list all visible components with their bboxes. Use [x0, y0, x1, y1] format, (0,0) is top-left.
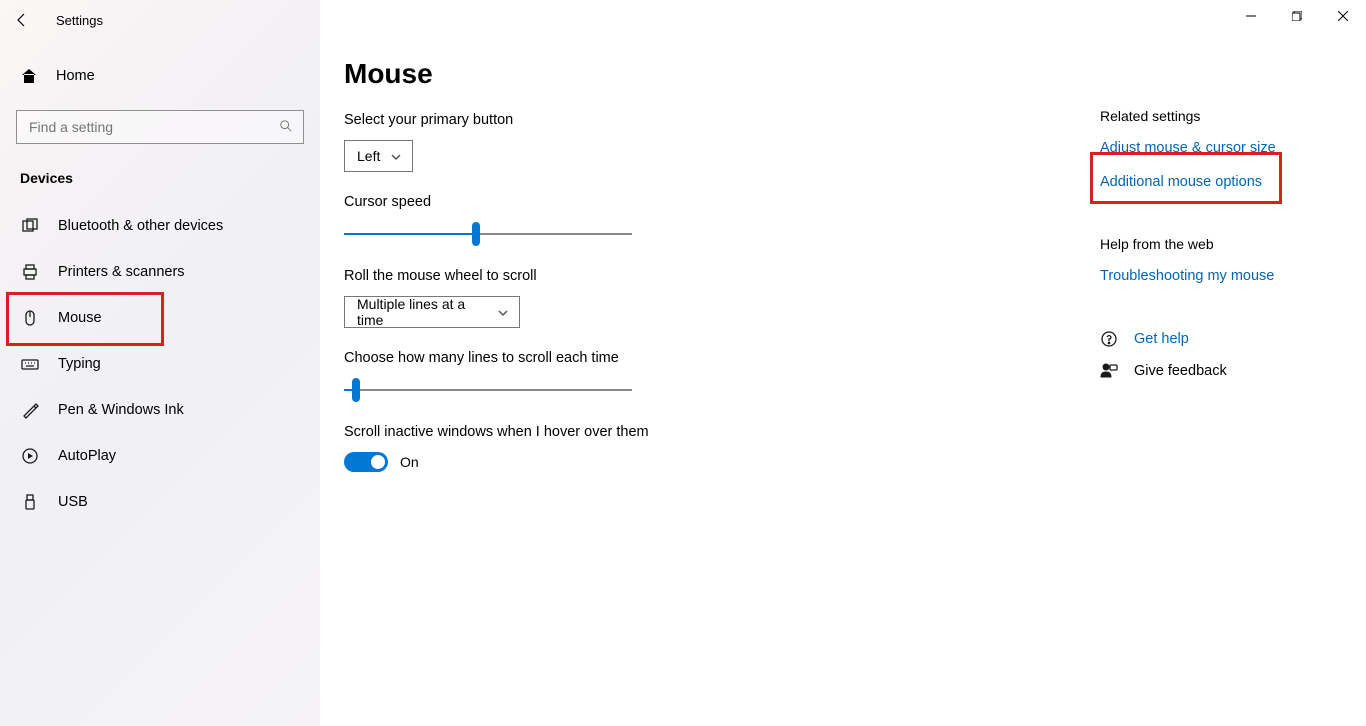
search-wrap: [0, 96, 320, 152]
window-title: Settings: [44, 13, 103, 28]
slider-fill: [344, 233, 476, 235]
settings-window: Settings Home Devices: [0, 0, 1366, 726]
inactive-toggle-row: On: [344, 452, 1100, 472]
mouse-icon: [20, 309, 40, 327]
slider-thumb[interactable]: [472, 222, 480, 246]
sidebar-item-bluetooth[interactable]: Bluetooth & other devices: [0, 204, 320, 248]
lines-scroll-label: Choose how many lines to scroll each tim…: [344, 350, 1100, 366]
additional-mouse-options-link[interactable]: Additional mouse options: [1100, 174, 1356, 190]
sidebar-item-autoplay[interactable]: AutoPlay: [0, 434, 320, 478]
maximize-button[interactable]: [1274, 0, 1320, 32]
adjust-mouse-link[interactable]: Adjust mouse & cursor size: [1100, 140, 1356, 156]
usb-icon: [20, 493, 40, 511]
sidebar: Home Devices Bluetooth & other devices P…: [0, 0, 320, 726]
give-feedback-row[interactable]: Give feedback: [1100, 362, 1356, 380]
help-icon: [1100, 330, 1118, 348]
wheel-scroll-block: Roll the mouse wheel to scroll Multiple …: [344, 268, 1100, 328]
keyboard-icon: [20, 355, 40, 373]
sidebar-item-pen[interactable]: Pen & Windows Ink: [0, 388, 320, 432]
sidebar-item-printers[interactable]: Printers & scanners: [0, 250, 320, 294]
related-settings-title: Related settings: [1100, 108, 1356, 124]
bluetooth-icon: [20, 217, 40, 235]
pen-icon: [20, 401, 40, 419]
sidebar-item-label: AutoPlay: [58, 448, 116, 464]
search-box[interactable]: [16, 110, 304, 144]
search-icon: [279, 119, 293, 136]
chevron-down-icon: [497, 306, 509, 318]
search-input[interactable]: [27, 118, 279, 136]
sidebar-item-label: Bluetooth & other devices: [58, 218, 223, 234]
titlebar: Settings: [0, 0, 1366, 40]
sidebar-item-label: Printers & scanners: [58, 264, 185, 280]
cursor-speed-block: Cursor speed: [344, 194, 1100, 246]
sidebar-home-label: Home: [56, 68, 95, 84]
troubleshoot-mouse-link[interactable]: Troubleshooting my mouse: [1100, 268, 1356, 284]
give-feedback-link[interactable]: Give feedback: [1134, 363, 1227, 379]
cursor-speed-slider[interactable]: [344, 222, 632, 246]
sidebar-item-label: Typing: [58, 356, 101, 372]
autoplay-icon: [20, 447, 40, 465]
content: Mouse Select your primary button Left Cu…: [320, 48, 1100, 726]
get-help-link[interactable]: Get help: [1134, 331, 1189, 347]
page-title: Mouse: [344, 58, 1100, 90]
help-web-title: Help from the web: [1100, 236, 1356, 252]
inactive-toggle[interactable]: [344, 452, 388, 472]
main: Mouse Select your primary button Left Cu…: [320, 0, 1366, 726]
home-icon: [20, 67, 38, 85]
cursor-speed-label: Cursor speed: [344, 194, 1100, 210]
printer-icon: [20, 263, 40, 281]
minimize-button[interactable]: [1228, 0, 1274, 32]
back-button[interactable]: [0, 0, 44, 40]
inactive-windows-label: Scroll inactive windows when I hover ove…: [344, 424, 1100, 440]
sidebar-item-typing[interactable]: Typing: [0, 342, 320, 386]
get-help-row[interactable]: Get help: [1100, 330, 1356, 348]
sidebar-item-usb[interactable]: USB: [0, 480, 320, 524]
primary-button-dropdown[interactable]: Left: [344, 140, 413, 172]
slider-thumb[interactable]: [352, 378, 360, 402]
window-controls: [1228, 0, 1366, 32]
wheel-scroll-value: Multiple lines at a time: [357, 296, 487, 328]
chevron-down-icon: [390, 150, 402, 162]
sidebar-item-mouse[interactable]: Mouse: [0, 296, 320, 340]
right-rail: Related settings Adjust mouse & cursor s…: [1100, 48, 1366, 726]
feedback-icon: [1100, 362, 1118, 380]
sidebar-section-header: Devices: [0, 152, 320, 194]
inactive-toggle-state: On: [400, 454, 419, 470]
primary-button-block: Select your primary button Left: [344, 112, 1100, 172]
close-button[interactable]: [1320, 0, 1366, 32]
sidebar-item-label: Mouse: [58, 310, 102, 326]
wheel-scroll-label: Roll the mouse wheel to scroll: [344, 268, 1100, 284]
inactive-windows-block: Scroll inactive windows when I hover ove…: [344, 424, 1100, 472]
wheel-scroll-dropdown[interactable]: Multiple lines at a time: [344, 296, 520, 328]
slider-track: [344, 389, 632, 391]
primary-button-value: Left: [357, 148, 380, 164]
primary-button-label: Select your primary button: [344, 112, 1100, 128]
toggle-knob: [371, 455, 385, 469]
sidebar-home[interactable]: Home: [0, 56, 320, 96]
sidebar-item-label: USB: [58, 494, 88, 510]
lines-scroll-block: Choose how many lines to scroll each tim…: [344, 350, 1100, 402]
lines-scroll-slider[interactable]: [344, 378, 632, 402]
sidebar-item-label: Pen & Windows Ink: [58, 402, 184, 418]
